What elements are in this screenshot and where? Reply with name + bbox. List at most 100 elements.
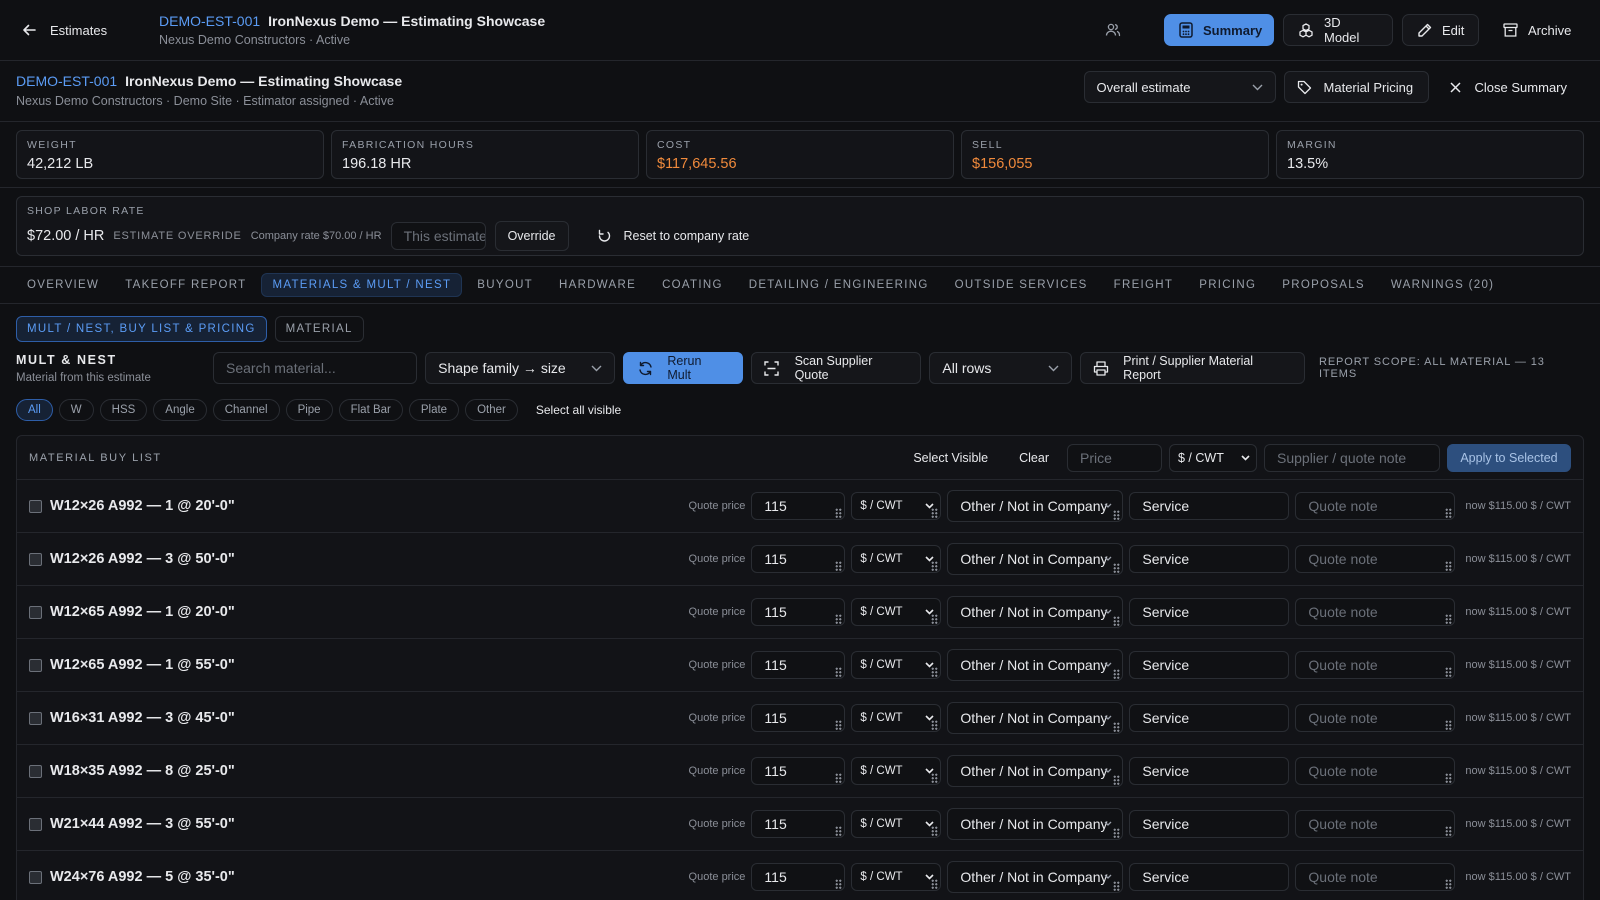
- search-material-input[interactable]: Search material...: [213, 352, 418, 384]
- quote-note-input[interactable]: Quote note: [1295, 545, 1456, 573]
- back-to-estimates-link[interactable]: Estimates: [22, 23, 137, 38]
- estimate-rate-input[interactable]: This estimate rate: [390, 222, 486, 250]
- supplier-select[interactable]: Other / Not in Company: [947, 702, 1124, 734]
- tab-outside-services[interactable]: OUTSIDE SERVICES: [944, 273, 1099, 297]
- unit-select[interactable]: $ / CWT: [851, 757, 942, 785]
- override-button[interactable]: Override: [494, 221, 569, 251]
- service-input[interactable]: Service: [1129, 810, 1290, 838]
- unit-select[interactable]: $ / CWT: [851, 651, 942, 679]
- unit-select[interactable]: $ / CWT: [851, 704, 942, 732]
- row-checkbox[interactable]: [29, 499, 42, 513]
- unit-select[interactable]: $ / CWT: [851, 863, 942, 891]
- shape-family-select[interactable]: Shape family → size: [425, 352, 616, 384]
- select-all-visible-button[interactable]: Select all visible: [536, 403, 621, 417]
- team-button[interactable]: [1093, 14, 1133, 46]
- close-summary-button[interactable]: Close Summary: [1437, 71, 1580, 103]
- quote-price-input[interactable]: 115: [751, 704, 846, 732]
- scan-supplier-quote-button[interactable]: Scan Supplier Quote: [750, 352, 922, 384]
- clear-button[interactable]: Clear: [1008, 444, 1060, 472]
- archive-button[interactable]: Archive: [1488, 14, 1582, 46]
- edit-button[interactable]: Edit: [1402, 14, 1479, 46]
- service-input[interactable]: Service: [1129, 598, 1290, 626]
- filter-chip-w[interactable]: W: [58, 399, 94, 421]
- supplier-select[interactable]: Other / Not in Company: [947, 490, 1124, 522]
- supplier-select[interactable]: Other / Not in Company: [947, 755, 1124, 787]
- bulk-supplier-note-input[interactable]: Supplier / quote note: [1264, 443, 1440, 472]
- service-input[interactable]: Service: [1129, 545, 1290, 573]
- print-supplier-report-button[interactable]: Print / Supplier Material Report: [1080, 352, 1305, 384]
- tab-buyout[interactable]: BUYOUT: [466, 273, 544, 297]
- apply-to-selected-button[interactable]: Apply to Selected: [1447, 443, 1571, 472]
- service-input[interactable]: Service: [1129, 651, 1290, 679]
- summary-button[interactable]: Summary: [1164, 14, 1274, 46]
- supplier-select[interactable]: Other / Not in Company: [947, 596, 1124, 628]
- quote-note-input[interactable]: Quote note: [1295, 704, 1456, 732]
- bulk-unit-select[interactable]: $ / CWT: [1169, 443, 1257, 472]
- row-checkbox[interactable]: [29, 817, 42, 831]
- tab-hardware[interactable]: HARDWARE: [548, 273, 647, 297]
- filter-chip-other[interactable]: Other: [465, 399, 518, 421]
- row-checkbox[interactable]: [29, 711, 42, 725]
- quote-note-input[interactable]: Quote note: [1295, 598, 1456, 626]
- reset-company-rate-button[interactable]: Reset to company rate: [584, 221, 763, 251]
- unit-select[interactable]: $ / CWT: [851, 545, 942, 573]
- tab-proposals[interactable]: PROPOSALS: [1271, 273, 1376, 297]
- resize-grip-icon: [931, 826, 939, 836]
- quote-price-input[interactable]: 115: [751, 598, 846, 626]
- chevron-down-icon: [1104, 715, 1112, 721]
- quote-price-input[interactable]: 115: [751, 863, 846, 891]
- tab-materials-mult-nest[interactable]: MATERIALS & MULT / NEST: [261, 273, 463, 297]
- tab-pricing[interactable]: PRICING: [1188, 273, 1267, 297]
- service-input[interactable]: Service: [1129, 863, 1290, 891]
- service-input[interactable]: Service: [1129, 704, 1290, 732]
- bulk-price-input[interactable]: Price: [1067, 443, 1162, 472]
- service-input[interactable]: Service: [1129, 757, 1290, 785]
- rerun-mult-button[interactable]: Rerun Mult: [623, 352, 743, 384]
- supplier-select[interactable]: Other / Not in Company: [947, 649, 1124, 681]
- scope-select[interactable]: Overall estimate: [1083, 71, 1276, 103]
- filter-chip-flat-bar[interactable]: Flat Bar: [338, 399, 403, 421]
- row-checkbox[interactable]: [29, 658, 42, 672]
- tab-takeoff-report[interactable]: TAKEOFF REPORT: [114, 273, 257, 297]
- resize-grip-icon: [1445, 667, 1453, 677]
- service-input[interactable]: Service: [1129, 492, 1290, 520]
- unit-select[interactable]: $ / CWT: [851, 492, 942, 520]
- quote-price-input[interactable]: 115: [751, 545, 846, 573]
- filter-chip-channel[interactable]: Channel: [212, 399, 280, 421]
- supplier-select[interactable]: Other / Not in Company: [947, 861, 1124, 893]
- quote-note-input[interactable]: Quote note: [1295, 757, 1456, 785]
- tab-overview[interactable]: OVERVIEW: [16, 273, 110, 297]
- filter-chip-all[interactable]: All: [16, 399, 53, 421]
- tab-coating[interactable]: COATING: [651, 273, 734, 297]
- row-checkbox[interactable]: [29, 764, 42, 778]
- unit-select[interactable]: $ / CWT: [851, 810, 942, 838]
- quote-note-input[interactable]: Quote note: [1295, 492, 1456, 520]
- row-checkbox[interactable]: [29, 552, 42, 566]
- rows-filter-select[interactable]: All rows: [929, 352, 1073, 384]
- quote-note-input[interactable]: Quote note: [1295, 651, 1456, 679]
- material-pricing-button[interactable]: Material Pricing: [1283, 71, 1429, 103]
- quote-price-input[interactable]: 115: [751, 651, 846, 679]
- subtab-mult-nest[interactable]: MULT / NEST, BUY LIST & PRICING: [16, 316, 267, 342]
- tab-freight[interactable]: FREIGHT: [1103, 273, 1185, 297]
- 3d-model-button[interactable]: 3D Model: [1283, 14, 1393, 46]
- subtab-material[interactable]: MATERIAL: [274, 316, 364, 342]
- filter-chip-hss[interactable]: HSS: [99, 399, 148, 421]
- quote-price-input[interactable]: 115: [751, 492, 846, 520]
- row-checkbox[interactable]: [29, 870, 42, 884]
- quote-note-input[interactable]: Quote note: [1295, 863, 1456, 891]
- quote-price-input[interactable]: 115: [751, 757, 846, 785]
- tab-detailing-engineering[interactable]: DETAILING / ENGINEERING: [738, 273, 940, 297]
- filter-chip-plate[interactable]: Plate: [408, 399, 460, 421]
- tab-warnings-20[interactable]: WARNINGS (20): [1380, 273, 1505, 297]
- select-visible-button[interactable]: Select Visible: [900, 444, 1001, 472]
- unit-select[interactable]: $ / CWT: [851, 598, 942, 626]
- cubes-icon: [1298, 22, 1314, 38]
- quote-price-input[interactable]: 115: [751, 810, 846, 838]
- supplier-select[interactable]: Other / Not in Company: [947, 808, 1124, 840]
- filter-chip-pipe[interactable]: Pipe: [285, 399, 333, 421]
- row-checkbox[interactable]: [29, 605, 42, 619]
- quote-note-input[interactable]: Quote note: [1295, 810, 1456, 838]
- supplier-select[interactable]: Other / Not in Company: [947, 543, 1124, 575]
- filter-chip-angle[interactable]: Angle: [153, 399, 207, 421]
